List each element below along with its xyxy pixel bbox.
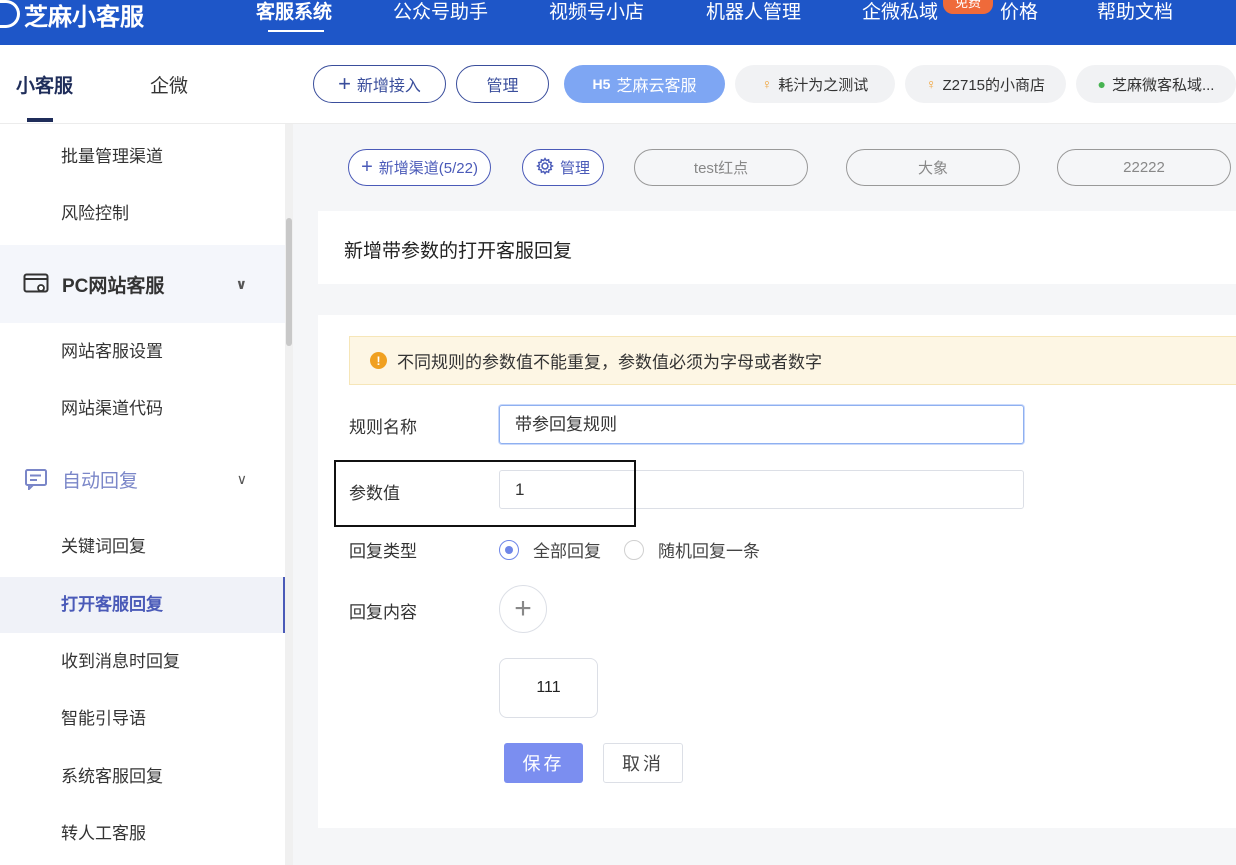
gear-icon	[536, 156, 554, 179]
logo[interactable]: 芝麻小客服	[0, 0, 144, 34]
nav-help-docs[interactable]: 帮助文档	[1097, 0, 1173, 24]
app-pill-label: Z2715的小商店	[942, 76, 1046, 94]
tab-wecom[interactable]: 企微	[150, 71, 188, 98]
sidebar-item-label: 智能引导语	[61, 709, 146, 728]
sidebar-item-message-reply[interactable]: 收到消息时回复	[0, 634, 285, 690]
nav-robot-management[interactable]: 机器人管理	[706, 0, 801, 24]
app-pill-1[interactable]: ♀ 耗汁为之测试	[735, 65, 895, 103]
rule-name-input[interactable]: 带参回复规则	[499, 405, 1024, 444]
sidebar-item-site-settings[interactable]: 网站客服设置	[0, 324, 285, 380]
channel-label: test红点	[693, 160, 749, 177]
logo-text: 芝麻小客服	[24, 3, 144, 31]
channel-pill-active[interactable]: H5 芝麻云客服	[564, 65, 725, 103]
sidebar-item-keyword-reply[interactable]: 关键词回复	[0, 519, 285, 575]
channel-manage-button[interactable]: 管理	[522, 149, 604, 186]
sidebar-item-label: 收到消息时回复	[61, 652, 180, 671]
sidebar-item-label: 转人工客服	[61, 824, 146, 843]
sidebar: 批量管理渠道 风险控制 PC网站客服 ∨ 网站客服设置 网站渠道代码 自动回复 …	[0, 124, 285, 865]
sidebar-item-label: 关键词回复	[61, 537, 146, 556]
warning-alert: ! 不同规则的参数值不能重复，参数值必须为字母或者数字	[349, 336, 1236, 385]
radio-checked-icon	[499, 539, 519, 560]
page-header: 新增带参数的打开客服回复	[318, 211, 1236, 284]
sidebar-group-label: 自动回复	[62, 470, 139, 492]
add-channel-label: 新增渠道(5/22)	[378, 160, 478, 177]
free-badge: 免费	[943, 0, 993, 14]
sidebar-item-transfer-human[interactable]: 转人工客服	[0, 806, 285, 862]
form-card: ! 不同规则的参数值不能重复，参数值必须为字母或者数字 规则名称 带参回复规则 …	[318, 315, 1236, 828]
add-content-button[interactable]: +	[499, 585, 547, 633]
alert-text: 不同规则的参数值不能重复，参数值必须为字母或者数字	[397, 353, 822, 372]
sidebar-item-smart-guide[interactable]: 智能引导语	[0, 691, 285, 747]
sidebar-scroll-thumb[interactable]	[286, 218, 292, 346]
browser-icon	[22, 273, 50, 295]
reply-type-label: 回复类型	[349, 542, 417, 561]
channel-pill-1[interactable]: test红点	[634, 149, 808, 186]
sidebar-group-auto-reply[interactable]: 自动回复 ∨	[0, 440, 285, 518]
manage-label: 管理	[559, 160, 590, 177]
plus-icon: +	[361, 156, 373, 178]
reply-content-text: 111	[536, 679, 561, 696]
app-pill-3[interactable]: ● 芝麻微客私域...	[1076, 65, 1236, 103]
save-button[interactable]: 保存	[504, 743, 583, 783]
active-channel-label: 芝麻云客服	[616, 78, 697, 95]
chevron-down-icon: ∨	[236, 470, 247, 487]
sidebar-item-label: 风险控制	[61, 204, 129, 223]
nav-customer-service[interactable]: 客服系统	[256, 0, 332, 24]
manage-button[interactable]: 管理	[456, 65, 549, 103]
radio-unchecked-icon	[624, 539, 644, 560]
manage-label: 管理	[486, 78, 519, 95]
plus-icon: +	[514, 592, 532, 625]
sidebar-item-risk-control[interactable]: 风险控制	[0, 186, 285, 242]
tab-xiaokefu[interactable]: 小客服	[16, 71, 73, 98]
radio-label: 随机回复一条	[658, 542, 760, 561]
page-title: 新增带参数的打开客服回复	[344, 241, 573, 262]
reply-content-item[interactable]: 111	[499, 658, 598, 718]
sidebar-item-label: 系统客服回复	[61, 767, 163, 786]
mini-program-icon: ♀	[761, 76, 773, 92]
radio-all-reply[interactable]: 全部回复	[499, 537, 601, 562]
h5-icon: H5	[592, 76, 611, 92]
tab-active-underline	[27, 118, 53, 122]
sidebar-item-label: 批量管理渠道	[61, 147, 163, 166]
sidebar-item-open-reply[interactable]: 打开客服回复	[0, 577, 285, 633]
app-pill-label: 耗汁为之测试	[778, 76, 869, 94]
sidebar-item-site-code[interactable]: 网站渠道代码	[0, 381, 285, 437]
add-access-button[interactable]: + 新增接入	[313, 65, 446, 103]
app-pill-label: 芝麻微客私域...	[1111, 76, 1215, 94]
secondary-bar: 小客服 企微 + 新增接入 管理 H5 芝麻云客服 ♀ 耗汁为之测试 ♀ Z27…	[0, 45, 1236, 124]
sidebar-item-label: 打开客服回复	[61, 595, 163, 614]
sidebar-item-system-reply[interactable]: 系统客服回复	[0, 749, 285, 805]
app-pill-2[interactable]: ♀ Z2715的小商店	[905, 65, 1066, 103]
sidebar-item-label: 网站渠道代码	[61, 399, 163, 418]
chevron-down-icon: ∨	[235, 275, 247, 292]
channel-pill-3[interactable]: 22222	[1057, 149, 1231, 186]
add-channel-button[interactable]: + 新增渠道(5/22)	[348, 149, 491, 186]
top-navbar: 芝麻小客服 客服系统 公众号助手 视频号小店 机器人管理 企微私域 免费 价格 …	[0, 0, 1236, 45]
nav-official-account[interactable]: 公众号助手	[393, 0, 488, 24]
plus-icon: +	[338, 71, 351, 96]
add-access-label: 新增接入	[356, 78, 421, 95]
message-icon	[22, 468, 50, 490]
mini-program-icon: ♀	[925, 76, 937, 92]
sidebar-group-pc[interactable]: PC网站客服 ∨	[0, 245, 285, 323]
nav-video-shop[interactable]: 视频号小店	[549, 0, 644, 24]
channel-pill-2[interactable]: 大象	[846, 149, 1020, 186]
sidebar-item-label: 网站客服设置	[61, 342, 163, 361]
channel-label: 大象	[917, 160, 948, 177]
logo-icon	[0, 0, 20, 28]
wechat-icon: ●	[1097, 76, 1106, 92]
warning-icon: !	[370, 352, 387, 369]
radio-label: 全部回复	[533, 542, 601, 561]
cancel-button[interactable]: 取消	[603, 743, 683, 783]
channel-label: 22222	[1123, 159, 1165, 176]
sidebar-group-label: PC网站客服	[62, 275, 165, 297]
nav-active-underline	[268, 30, 324, 32]
radio-random-reply[interactable]: 随机回复一条	[624, 537, 760, 562]
annotation-highlight-box	[334, 460, 636, 527]
nav-pricing[interactable]: 价格	[1000, 0, 1038, 24]
sidebar-item-batch-channels[interactable]: 批量管理渠道	[0, 129, 285, 185]
reply-content-label: 回复内容	[349, 603, 417, 622]
nav-wecom-private[interactable]: 企微私域	[862, 0, 938, 24]
rule-name-label: 规则名称	[349, 418, 417, 437]
